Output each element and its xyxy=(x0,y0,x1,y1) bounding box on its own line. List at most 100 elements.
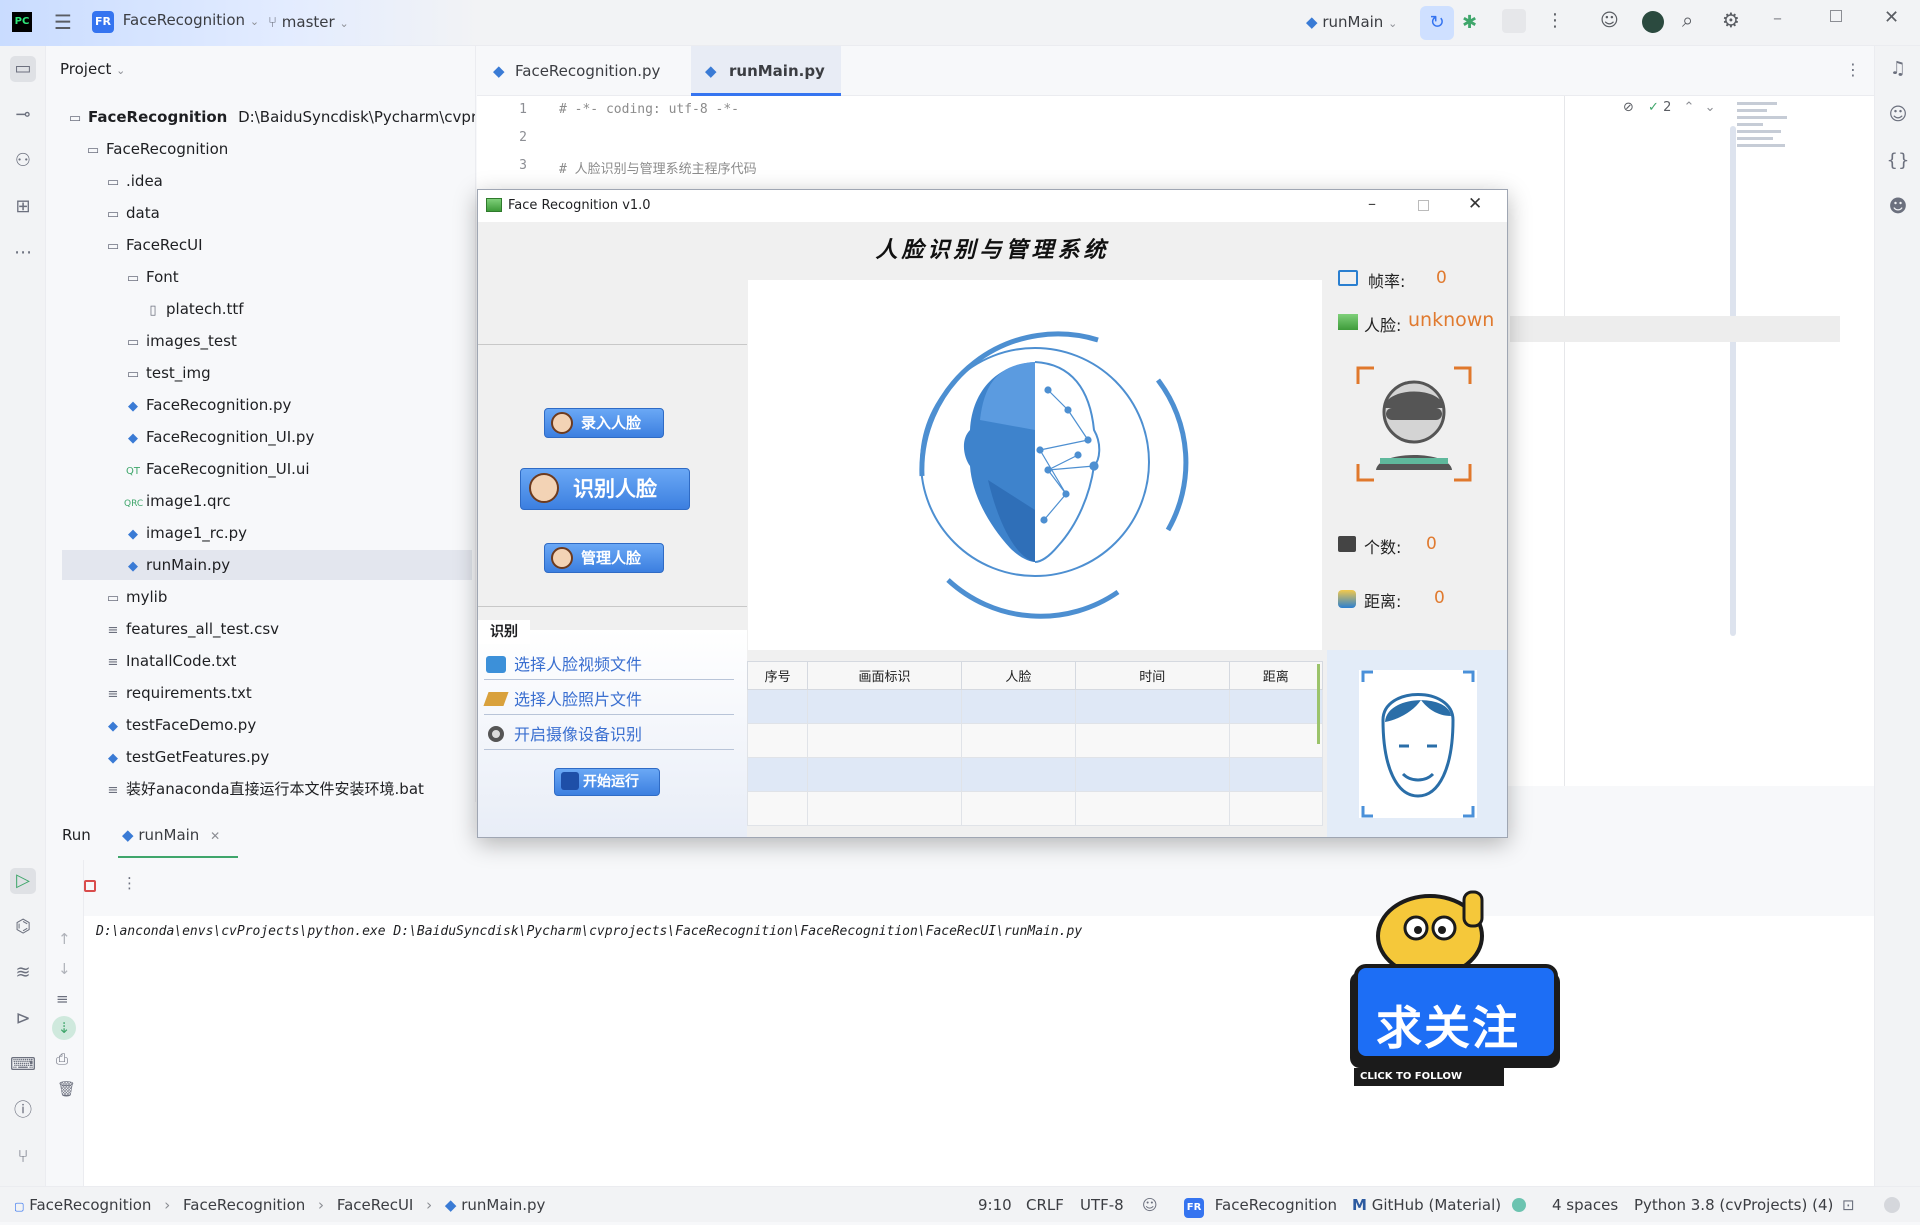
editor-scrollbar[interactable] xyxy=(1730,126,1736,636)
more-actions-icon[interactable]: ⋮ xyxy=(1546,10,1564,31)
tree-item[interactable]: ▭ Font xyxy=(124,262,179,292)
tree-item[interactable]: ▭ images_test xyxy=(124,326,237,356)
project-switcher[interactable]: FR FaceRecognition ⌄ xyxy=(92,11,259,33)
theme-widget[interactable]: M GitHub (Material) xyxy=(1352,1187,1501,1223)
minimize-icon[interactable]: – xyxy=(1773,8,1782,29)
line-separator[interactable]: CRLF xyxy=(1026,1187,1064,1223)
chevron-down-icon[interactable]: ⌄ xyxy=(1705,100,1716,115)
breadcrumb[interactable]: ▢ FaceRecognition › FaceRecognition › Fa… xyxy=(14,1187,545,1225)
chevron-up-icon[interactable]: ⌃ xyxy=(1684,100,1695,115)
python-console-icon[interactable]: ⌬ xyxy=(10,914,36,940)
run-config-selector[interactable]: ◆ runMain ⌄ xyxy=(1306,13,1397,31)
main-menu-icon[interactable]: ☰ xyxy=(54,10,72,34)
start-run-button[interactable]: 开始运行 xyxy=(554,768,660,796)
table-header-cell[interactable]: 时间 xyxy=(1075,661,1230,690)
tree-item[interactable]: ▭ .idea xyxy=(104,166,163,196)
stop-icon[interactable] xyxy=(1502,9,1526,33)
add-user-icon[interactable]: ☺ xyxy=(1600,10,1619,31)
console-output[interactable]: D:\anconda\envs\cvProjects\python.exe D:… xyxy=(84,916,1874,1186)
tab-runmain[interactable]: ◆ runMain.py ✕ xyxy=(691,46,841,129)
tree-item[interactable]: ≡ features_all_test.csv xyxy=(104,614,279,644)
close-icon[interactable]: ✕ xyxy=(1468,194,1482,214)
lock-icon[interactable]: ⊡ xyxy=(1842,1187,1855,1223)
tree-item[interactable]: QT FaceRecognition_UI.ui xyxy=(124,454,310,484)
tree-item[interactable]: QRC image1.qrc xyxy=(124,486,231,516)
recognize-face-button[interactable]: 识别人脸 xyxy=(520,468,690,510)
table-header-cell[interactable]: 序号 xyxy=(746,661,809,690)
rerun-icon[interactable]: ↻ xyxy=(1420,6,1454,40)
debug-icon[interactable]: ✱ xyxy=(1462,12,1477,33)
status-dot-icon[interactable] xyxy=(1512,1198,1526,1212)
layers-icon[interactable]: ≋ xyxy=(10,960,36,986)
trash-icon[interactable]: 🗑 xyxy=(57,1080,76,1098)
people-icon[interactable]: ⚇ xyxy=(10,148,36,174)
tree-item[interactable]: ≡ 装好anaconda直接运行本文件安装环境.bat xyxy=(104,774,424,802)
close-tab-icon[interactable]: ✕ xyxy=(210,829,220,843)
manage-face-button[interactable]: 管理人脸 xyxy=(544,543,664,573)
tree-item[interactable]: ≡ requirements.txt xyxy=(104,678,252,708)
tree-item[interactable]: ▭ mylib xyxy=(104,582,168,612)
select-photo-link[interactable]: 选择人脸照片文件 xyxy=(483,685,734,715)
code-braces-icon[interactable]: {} xyxy=(1885,148,1911,174)
avatar[interactable] xyxy=(1642,11,1664,33)
commit-icon[interactable]: ⊸ xyxy=(10,102,36,128)
tree-item[interactable]: ▭ data xyxy=(104,198,160,228)
tree-item-selected[interactable]: ◆ runMain.py xyxy=(62,550,472,580)
scroll-to-end-icon[interactable]: ⇣ xyxy=(52,1016,76,1040)
indent-setting[interactable]: 4 spaces xyxy=(1552,1187,1618,1223)
interpreter-setting[interactable]: Python 3.8 (cvProjects) (4) xyxy=(1634,1187,1833,1223)
stop-icon[interactable] xyxy=(84,880,96,892)
search-icon[interactable]: ⌕ xyxy=(1682,8,1693,32)
enroll-face-button[interactable]: 录入人脸 xyxy=(544,408,664,438)
terminal-icon[interactable]: ⌨ xyxy=(10,1052,36,1078)
run-tab[interactable]: ◆ runMain ✕ xyxy=(122,826,220,844)
ai-assistant-icon[interactable]: ☺ xyxy=(1885,102,1911,128)
print-icon[interactable]: ⎙ xyxy=(56,1050,68,1068)
breadcrumb-item[interactable]: runMain.py xyxy=(461,1196,545,1214)
follow-sticker[interactable]: 求关注 CLICK TO FOLLOW xyxy=(1346,888,1562,1088)
table-header-cell[interactable]: 距离 xyxy=(1228,661,1324,690)
pycharm-logo-icon[interactable]: PC xyxy=(12,12,32,32)
tree-item[interactable]: ≡ InatallCode.txt xyxy=(104,646,237,676)
services-icon[interactable]: ⊳ xyxy=(10,1006,36,1032)
table-row[interactable] xyxy=(746,689,1324,724)
project-panel-header[interactable]: Project ⌄ xyxy=(60,60,125,78)
maximize-icon[interactable] xyxy=(1830,10,1842,22)
table-row[interactable] xyxy=(746,757,1324,792)
tree-item[interactable]: ▯ platech.ttf xyxy=(144,294,243,324)
tree-item[interactable]: ◆ FaceRecognition.py xyxy=(124,390,291,420)
results-table[interactable]: 序号 画面标识 人脸 时间 距离 xyxy=(746,661,1324,826)
tree-item[interactable]: ▭ test_img xyxy=(124,358,211,388)
file-encoding[interactable]: UTF-8 xyxy=(1080,1187,1124,1223)
git-icon[interactable]: ⑂ xyxy=(10,1144,36,1170)
tree-item[interactable]: ◆ image1_rc.py xyxy=(124,518,247,548)
tree-item[interactable]: ▭ FaceRecognition D:\BaiduSyncdisk\Pychar… xyxy=(66,102,475,132)
breadcrumb-item[interactable]: FaceRecognition xyxy=(29,1196,151,1214)
more-tools-icon[interactable]: ⋯ xyxy=(10,240,36,266)
arrow-down-icon[interactable]: ↓ xyxy=(58,960,71,978)
structure-icon[interactable]: ⊞ xyxy=(10,194,36,220)
tree-item[interactable]: ▭ FaceRecUI xyxy=(104,230,203,260)
more-actions-icon[interactable]: ⋮ xyxy=(122,874,137,892)
soft-wrap-icon[interactable]: ≡ xyxy=(56,990,69,1008)
table-header-cell[interactable]: 人脸 xyxy=(960,661,1077,690)
tree-item[interactable]: ◆ testFaceDemo.py xyxy=(104,710,256,740)
tab-facerecognition[interactable]: ◆ FaceRecognition.py xyxy=(477,46,689,96)
open-camera-link[interactable]: 开启摄像设备识别 xyxy=(484,720,734,750)
arrow-up-icon[interactable]: ↑ xyxy=(58,930,71,948)
tree-item[interactable]: ▭ FaceRecognition xyxy=(84,134,228,164)
maximize-icon[interactable] xyxy=(1418,200,1429,211)
tab-options-icon[interactable]: ⋮ xyxy=(1845,60,1861,79)
copilot-icon[interactable]: ☻ xyxy=(1885,194,1911,220)
minimize-icon[interactable]: – xyxy=(1368,194,1376,213)
gear-icon[interactable]: ⚙ xyxy=(1722,8,1740,32)
minimap[interactable] xyxy=(1737,98,1807,218)
branch-switcher[interactable]: ⑂ master ⌄ xyxy=(268,13,349,31)
table-row[interactable] xyxy=(746,723,1324,758)
tree-item[interactable]: ◆ FaceRecognition_UI.py xyxy=(124,422,314,452)
select-video-link[interactable]: 选择人脸视频文件 xyxy=(484,650,734,680)
run-tool-icon[interactable]: ▷ xyxy=(10,868,36,894)
problems-icon[interactable]: ⓘ xyxy=(10,1098,36,1124)
ai-status-icon[interactable]: ☺ xyxy=(1142,1187,1158,1223)
breadcrumb-item[interactable]: FaceRecUI xyxy=(337,1196,414,1214)
